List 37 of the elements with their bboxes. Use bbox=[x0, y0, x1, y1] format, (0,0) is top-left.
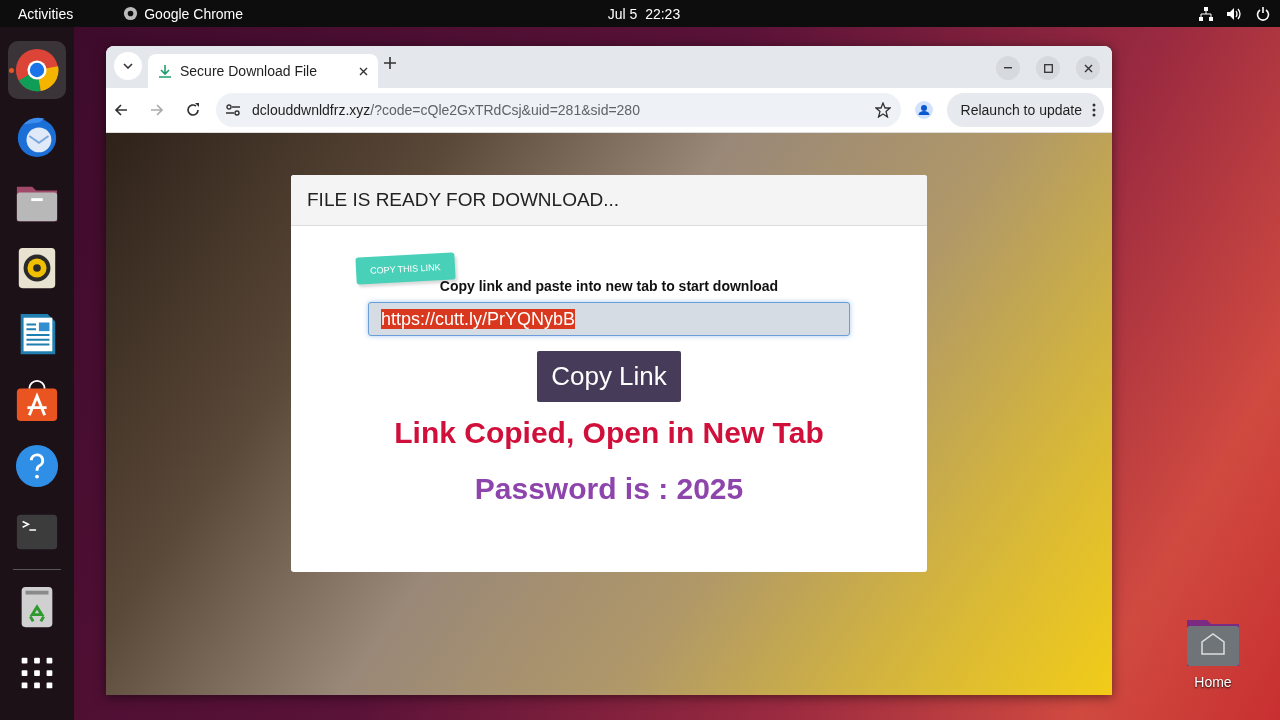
more-icon bbox=[1092, 103, 1096, 117]
close-button[interactable] bbox=[1076, 56, 1100, 80]
link-field[interactable]: https://cutt.ly/PrYQNybB bbox=[368, 302, 850, 336]
activities-button[interactable]: Activities bbox=[18, 5, 74, 22]
card-header: FILE IS READY FOR DOWNLOAD... bbox=[291, 175, 927, 226]
power-icon[interactable] bbox=[1256, 6, 1270, 21]
site-settings-icon[interactable] bbox=[226, 104, 240, 116]
browser-tab[interactable]: Secure Download File bbox=[148, 54, 378, 88]
profile-icon[interactable] bbox=[914, 101, 933, 119]
clock[interactable]: Jul 5 22:23 bbox=[435, 5, 853, 22]
minimize-icon bbox=[1004, 67, 1012, 69]
network-icon[interactable] bbox=[1199, 6, 1213, 21]
maximize-button[interactable] bbox=[1036, 56, 1060, 80]
address-bar[interactable]: dclouddwnldfrz.xyz/?code=cQle2GxTRdCsj&uid=281&sid=280 bbox=[216, 93, 901, 127]
star-icon[interactable] bbox=[874, 102, 891, 118]
relaunch-button[interactable]: Relaunch to update bbox=[946, 93, 1104, 127]
url-text: dclouddwnldfrz.xyz/?code=cQle2GxTRdCsj&uid=281&sid=280 bbox=[252, 102, 641, 118]
reload-icon[interactable] bbox=[186, 103, 200, 117]
home-label[interactable]: Home bbox=[1194, 674, 1232, 690]
maximize-icon bbox=[1043, 63, 1053, 73]
chrome-icon[interactable] bbox=[14, 47, 60, 93]
status-message: Link Copied, Open in New Tab bbox=[394, 416, 824, 450]
shopping-bag-icon[interactable] bbox=[14, 377, 60, 423]
chrome-icon bbox=[123, 6, 139, 21]
volume-icon[interactable] bbox=[1227, 6, 1242, 21]
new-tab-icon[interactable] bbox=[384, 57, 396, 69]
chevron-down-icon bbox=[123, 63, 133, 69]
download-icon bbox=[158, 64, 172, 78]
link-text: https://cutt.ly/PrYQNybB bbox=[381, 309, 576, 329]
help-icon[interactable] bbox=[14, 443, 60, 489]
app-menu[interactable]: Google Chrome bbox=[144, 5, 244, 22]
copy-link-button[interactable]: Copy Link bbox=[537, 351, 681, 402]
back-icon[interactable] bbox=[114, 103, 128, 117]
close-icon bbox=[1083, 63, 1093, 73]
tab-search-button[interactable] bbox=[114, 52, 142, 80]
password-text: Password is : 2025 bbox=[474, 472, 744, 506]
close-icon[interactable] bbox=[359, 66, 368, 76]
